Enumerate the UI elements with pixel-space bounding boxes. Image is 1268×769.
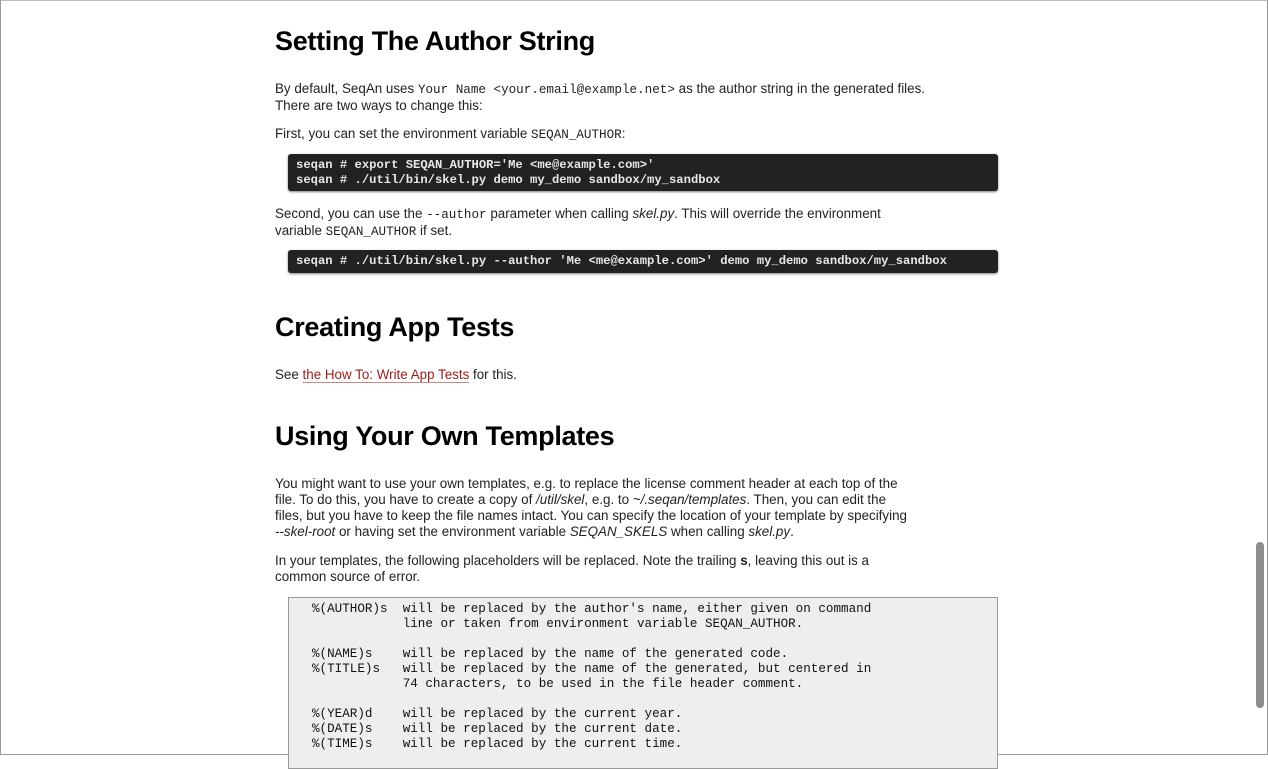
app-tests-text-2: for this.: [469, 367, 517, 382]
env-variable-colon: :: [621, 126, 626, 141]
seqan-skels-var: SEQAN_SKELS: [569, 524, 668, 539]
heading-creating-app-tests: Creating App Tests: [275, 312, 515, 342]
author-param-text-3: . This will override the environment: [674, 206, 881, 221]
seqan-author-code: SEQAN_AUTHOR: [531, 128, 622, 142]
heading-using-own-templates: Using Your Own Templates: [275, 421, 615, 451]
seqan-templates-path: ~/.seqan/templates: [632, 492, 747, 507]
shell-code-param: seqan # ./util/bin/skel.py --author 'Me …: [288, 250, 998, 273]
templates-line2-b: , e.g. to: [584, 492, 633, 507]
author-intro-text-2: as the author string in the generated fi…: [674, 81, 926, 96]
author-intro-paragraph: By default, SeqAn uses Your Name <your.e…: [275, 81, 1010, 114]
literal-line: %(AUTHOR)s will be replaced by the autho…: [312, 602, 872, 616]
env-variable-paragraph: First, you can set the environment varia…: [275, 126, 1010, 143]
author-intro-text: By default, SeqAn uses: [275, 81, 418, 96]
author-param-paragraph: Second, you can use the --author paramet…: [275, 206, 1010, 240]
literal-line: %(NAME)s will be replaced by the name of…: [312, 647, 789, 661]
literal-line: %(TIME)s will be replaced by the current…: [312, 737, 683, 751]
templates-line4-end: .: [790, 524, 794, 539]
skel-py-emphasis: skel.py: [632, 206, 675, 221]
seqan-author-code-2: SEQAN_AUTHOR: [325, 225, 417, 239]
placeholders-text-2: , leaving this out is a: [747, 553, 869, 568]
templates-line4: or having set the environment variable: [335, 524, 570, 539]
skel-root-option: --skel-root: [275, 524, 336, 539]
templates-line4-b: when calling: [667, 524, 749, 539]
author-intro-line2: There are two ways to change this:: [275, 98, 483, 113]
author-param-line2-end: if set.: [416, 223, 453, 238]
shell-code-env: seqan # export SEQAN_AUTHOR='Me <me@exam…: [288, 154, 998, 191]
write-app-tests-link[interactable]: the How To: Write App Tests: [302, 367, 470, 383]
trailing-s-bold: s: [740, 553, 748, 568]
util-skel-path: /util/skel: [536, 492, 585, 507]
shell-line: seqan # export SEQAN_AUTHOR='Me <me@exam…: [296, 158, 655, 172]
templates-line2: file. To do this, you have to create a c…: [275, 492, 537, 507]
placeholders-paragraph: In your templates, the following placeho…: [275, 553, 1010, 585]
shell-line: seqan # ./util/bin/skel.py demo my_demo …: [296, 173, 721, 187]
skel-py-emphasis-2: skel.py: [748, 524, 791, 539]
templates-line3: files, but you have to keep the file nam…: [275, 508, 907, 523]
templates-line1: You might want to use your own templates…: [275, 476, 898, 491]
app-tests-paragraph: See the How To: Write App Tests for this…: [275, 367, 1010, 383]
literal-line: %(TITLE)s will be replaced by the name o…: [312, 662, 872, 676]
placeholders-line2: common source of error.: [275, 569, 421, 584]
templates-paragraph: You might want to use your own templates…: [275, 476, 1010, 540]
placeholders-text: In your templates, the following placeho…: [275, 553, 741, 568]
templates-line2-c: . Then, you can edit the: [746, 492, 887, 507]
shell-code-block-env: seqan # export SEQAN_AUTHOR='Me <me@exam…: [288, 154, 998, 191]
literal-line: %(DATE)s will be replaced by the current…: [312, 722, 683, 736]
author-param-line2: variable: [275, 223, 326, 238]
app-tests-text: See: [275, 367, 303, 382]
default-author-code: Your Name <your.email@example.net>: [417, 83, 675, 97]
literal-line: line or taken from environment variable …: [312, 617, 804, 631]
literal-line: %(YEAR)d will be replaced by the current…: [312, 707, 683, 721]
literal-line: 74 characters, to be used in the file he…: [312, 677, 804, 691]
vertical-scrollbar-thumb[interactable]: [1256, 542, 1264, 708]
author-param-text: Second, you can use the: [275, 206, 427, 221]
placeholders-literal: %(AUTHOR)s will be replaced by the autho…: [289, 598, 997, 752]
author-param-text-2: parameter when calling: [486, 206, 633, 221]
heading-setting-author-string: Setting The Author String: [275, 26, 595, 56]
env-variable-text: First, you can set the environment varia…: [275, 126, 532, 141]
placeholders-literal-block: %(AUTHOR)s will be replaced by the autho…: [288, 597, 998, 769]
author-flag-code: --author: [426, 208, 487, 222]
shell-code-block-param[interactable]: seqan # ./util/bin/skel.py --author 'Me …: [288, 250, 998, 273]
shell-line: seqan # ./util/bin/skel.py --author 'Me …: [296, 254, 947, 268]
